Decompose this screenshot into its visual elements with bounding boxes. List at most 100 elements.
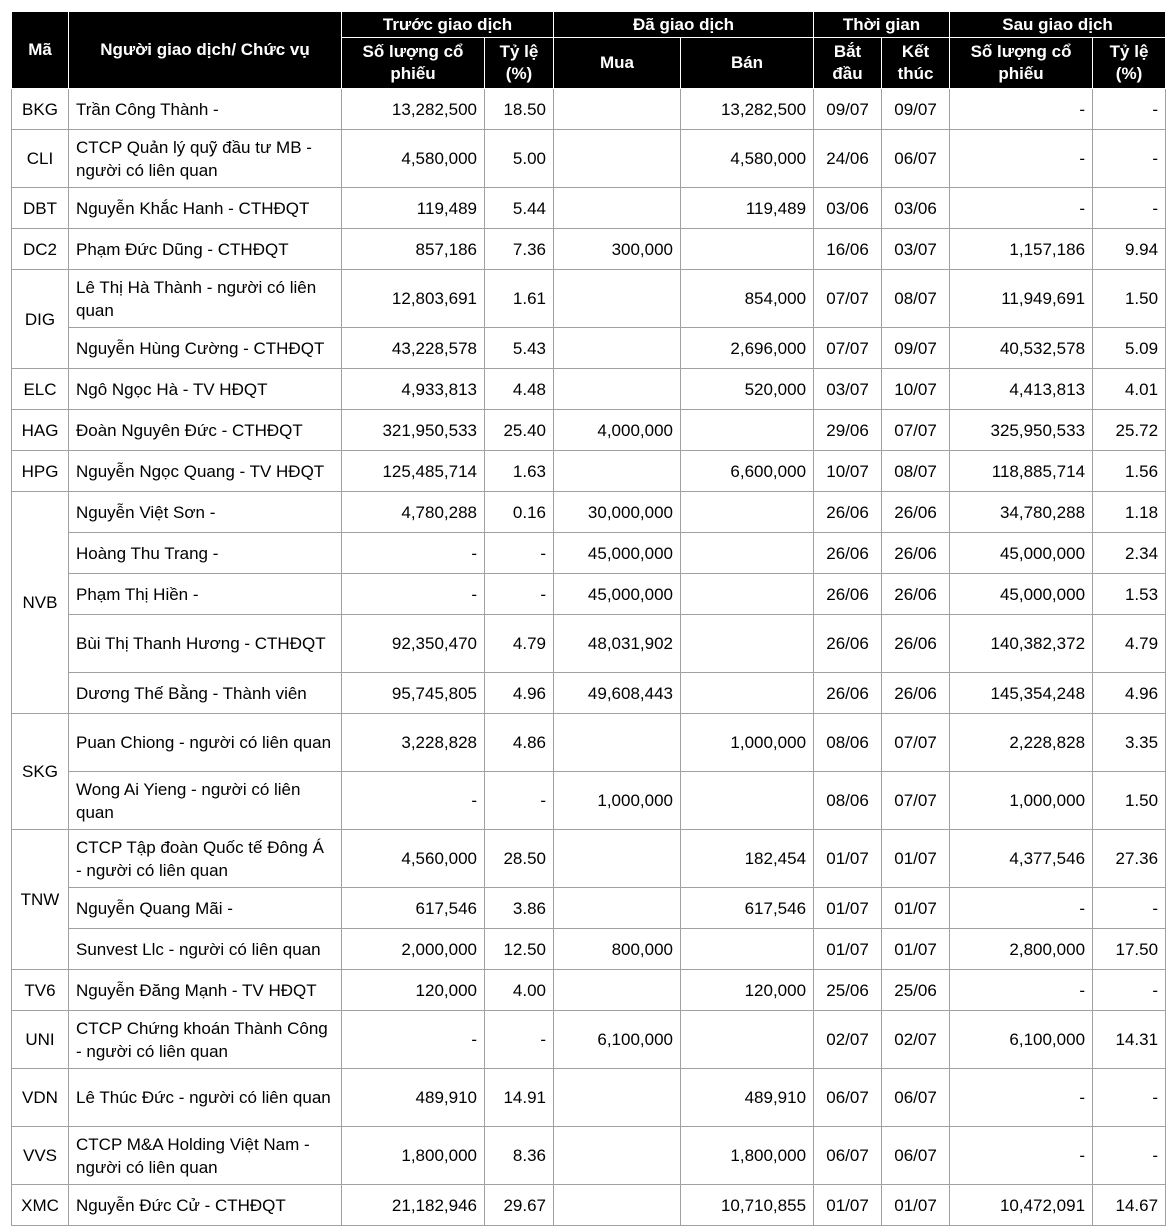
start-date-cell: 26/06	[813, 532, 883, 574]
start-date-cell: 08/06	[813, 713, 883, 772]
after-shares-cell: 1,000,000	[949, 771, 1094, 830]
header-sell: Bán	[680, 37, 815, 89]
before-ratio-cell: 5.43	[483, 327, 555, 369]
sell-cell: 520,000	[680, 368, 815, 410]
end-date-cell: 26/06	[881, 532, 951, 574]
start-date-cell: 08/06	[813, 771, 883, 830]
sell-cell: 617,546	[680, 887, 815, 929]
person-cell: CTCP Chứng khoán Thành Công - người có l…	[68, 1010, 342, 1069]
end-date-cell: 01/07	[881, 887, 951, 929]
after-ratio-cell: 17.50	[1092, 928, 1166, 970]
person-cell: Dương Thế Bằng - Thành viên	[68, 672, 342, 714]
start-date-cell: 03/07	[813, 368, 883, 410]
person-cell: Bùi Thị Thanh Hương - CTHĐQT	[68, 614, 342, 673]
after-ratio-cell: 3.35	[1092, 713, 1166, 772]
sell-cell: 182,454	[680, 829, 815, 888]
after-ratio-cell: 1.18	[1092, 491, 1166, 533]
sell-cell: 10,710,855	[680, 1184, 815, 1226]
ticker-cell: HAG	[11, 409, 69, 451]
buy-cell	[553, 1068, 682, 1127]
after-shares-cell: 10,472,091	[949, 1184, 1094, 1226]
before-shares-cell: 4,933,813	[341, 368, 485, 410]
person-cell: Nguyễn Quang Mãi -	[68, 887, 342, 929]
buy-cell	[553, 88, 682, 130]
start-date-cell: 01/07	[813, 928, 883, 970]
end-date-cell: 03/07	[881, 228, 951, 270]
after-shares-cell: 45,000,000	[949, 532, 1094, 574]
before-ratio-cell: 1.63	[483, 450, 555, 492]
buy-cell: 300,000	[553, 228, 682, 270]
before-shares-cell: 4,560,000	[341, 829, 485, 888]
after-shares-cell: -	[949, 88, 1094, 130]
after-shares-cell: 1,157,186	[949, 228, 1094, 270]
after-ratio-cell: 4.96	[1092, 672, 1166, 714]
end-date-cell: 02/07	[881, 1010, 951, 1069]
sell-cell: 2,696,000	[680, 327, 815, 369]
table-row: Dương Thế Bằng - Thành viên 95,745,805 4.9…	[12, 672, 1166, 714]
header-before: Trước giao dịch	[340, 11, 555, 38]
after-ratio-cell: 27.36	[1092, 829, 1166, 888]
person-cell: CTCP M&A Holding Việt Nam - người có liê…	[68, 1126, 342, 1185]
start-date-cell: 26/06	[813, 573, 883, 615]
buy-cell	[553, 327, 682, 369]
before-shares-cell: 2,000,000	[341, 928, 485, 970]
after-shares-cell: -	[949, 887, 1094, 929]
buy-cell	[553, 450, 682, 492]
before-ratio-cell: -	[483, 771, 555, 830]
after-ratio-cell: 9.94	[1092, 228, 1166, 270]
after-shares-cell: 34,780,288	[949, 491, 1094, 533]
end-date-cell: 07/07	[881, 771, 951, 830]
sell-cell	[680, 228, 815, 270]
after-shares-cell: 4,413,813	[949, 368, 1094, 410]
sell-cell: 854,000	[680, 269, 815, 328]
table-row: UNI CTCP Chứng khoán Thành Công - người c…	[11, 1010, 1166, 1069]
end-date-cell: 07/07	[881, 713, 951, 772]
before-shares-cell: 13,282,500	[341, 88, 485, 130]
sell-cell	[680, 771, 815, 830]
table-body: BKG Trần Công Thành -13,282,500 18.50 13,28…	[11, 88, 1166, 1226]
before-ratio-cell: 4.48	[483, 368, 555, 410]
after-shares-cell: -	[949, 1126, 1094, 1185]
ticker-cell: XMC	[11, 1184, 69, 1226]
end-date-cell: 07/07	[881, 409, 951, 451]
table-row: CLI CTCP Quản lý quỹ đầu tư MB - người có…	[11, 129, 1166, 188]
end-date-cell: 01/07	[881, 928, 951, 970]
person-cell: Trần Công Thành -	[68, 88, 342, 130]
after-ratio-cell: 1.50	[1092, 269, 1166, 328]
buy-cell: 45,000,000	[553, 532, 682, 574]
end-date-cell: 25/06	[881, 969, 951, 1011]
person-cell: Lê Thị Hà Thành - người có liên quan	[68, 269, 342, 328]
start-date-cell: 01/07	[813, 1184, 883, 1226]
after-ratio-cell: -	[1092, 887, 1166, 929]
buy-cell: 49,608,443	[553, 672, 682, 714]
table-row: DBT Nguyễn Khắc Hanh - CTHĐQT 119,489 5.44 1…	[11, 187, 1166, 229]
before-shares-cell: 125,485,714	[341, 450, 485, 492]
end-date-cell: 26/06	[881, 491, 951, 533]
table-row: NVB Nguyễn Việt Sơn -4,780,288 0.16 30,000,…	[11, 491, 1166, 714]
after-ratio-cell: 1.53	[1092, 573, 1166, 615]
start-date-cell: 06/07	[813, 1126, 883, 1185]
ticker-cell: UNI	[11, 1010, 69, 1069]
after-shares-cell: 6,100,000	[949, 1010, 1094, 1069]
start-date-cell: 02/07	[813, 1010, 883, 1069]
buy-cell	[553, 713, 682, 772]
person-cell: Sunvest Llc - người có liên quan	[68, 928, 342, 970]
ticker-cell: SKG	[11, 713, 69, 830]
sell-cell: 6,600,000	[680, 450, 815, 492]
end-date-cell: 09/07	[881, 327, 951, 369]
sell-cell	[680, 672, 815, 714]
end-date-cell: 01/07	[881, 1184, 951, 1226]
after-shares-cell: -	[949, 969, 1094, 1011]
person-cell: CTCP Quản lý quỹ đầu tư MB - người có li…	[68, 129, 342, 188]
ticker-cell: DC2	[11, 228, 69, 270]
after-shares-cell: 140,382,372	[949, 614, 1094, 673]
header-after-ratio: Tỷ lệ (%)	[1092, 37, 1166, 89]
before-ratio-cell: 29.67	[483, 1184, 555, 1226]
before-shares-cell: -	[341, 1010, 485, 1069]
end-date-cell: 26/06	[881, 614, 951, 673]
after-ratio-cell: -	[1092, 129, 1166, 188]
table-row: VDN Lê Thúc Đức - người có liên quan 489,9…	[11, 1068, 1166, 1127]
table-row: SKG Puan Chiong - người có liên quan 3,228…	[11, 713, 1166, 830]
ticker-cell: VDN	[11, 1068, 69, 1127]
ticker-cell: TV6	[11, 969, 69, 1011]
